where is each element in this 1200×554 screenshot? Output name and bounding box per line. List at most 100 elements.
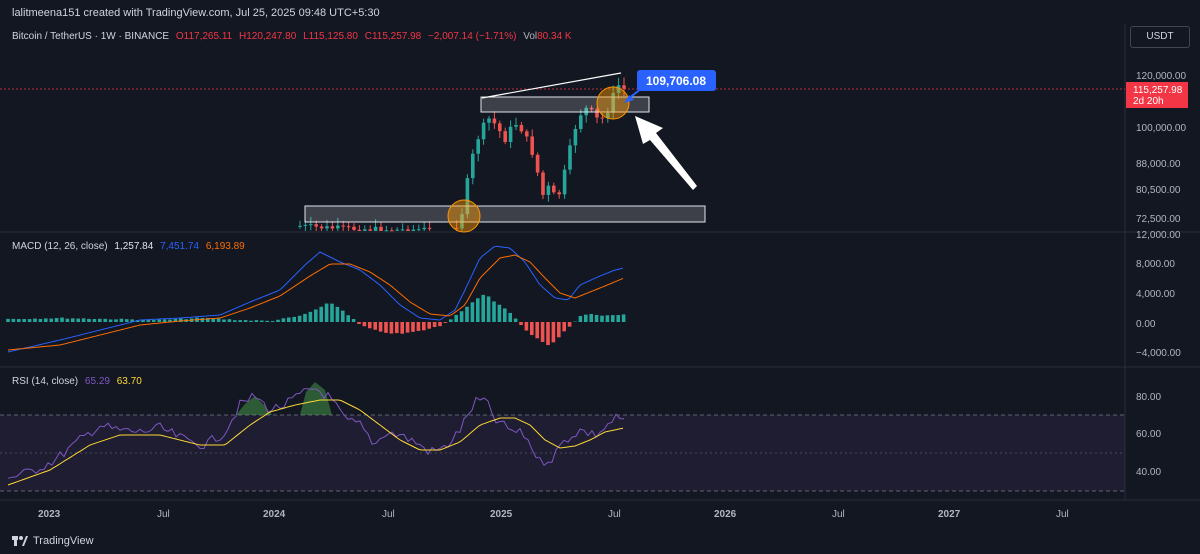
macd-histogram-bar <box>557 322 561 338</box>
price-pane[interactable]: 109,706.08 120,000.00 100,000.00 88,000.… <box>0 70 1188 233</box>
rsi-ma-value: 63.70 <box>116 376 142 387</box>
time-axis-label: Jul <box>1056 509 1069 520</box>
rsi-legend[interactable]: RSI (14, close) 65.29 63.70 <box>12 376 146 387</box>
macd-histogram-bar <box>22 319 26 322</box>
candle-body <box>508 126 513 142</box>
macd-axis-label: 8,000.00 <box>1136 259 1175 270</box>
arrow-annotation[interactable] <box>635 116 697 190</box>
candle-body <box>487 118 491 123</box>
candle-body <box>411 229 416 231</box>
macd-histogram-bar <box>411 322 415 332</box>
macd-histogram-bar <box>152 320 156 322</box>
macd-histogram-bar <box>11 318 16 322</box>
candle-body <box>325 226 329 229</box>
macd-histogram-bar <box>254 320 259 322</box>
highlight-circle[interactable] <box>596 86 630 120</box>
macd-histogram-bar <box>200 317 205 322</box>
time-axis-label: Jul <box>157 509 170 520</box>
candle-body <box>390 230 394 232</box>
macd-histogram-bar <box>535 322 539 339</box>
macd-histogram-bar <box>103 318 107 322</box>
macd-histogram-bar <box>330 303 334 322</box>
macd-histogram-bar <box>362 322 367 327</box>
macd-value: 7,451.74 <box>160 241 200 252</box>
candle-body <box>422 227 426 230</box>
macd-histogram-bar <box>98 318 102 322</box>
macd-histogram-bar <box>270 321 275 322</box>
macd-hist-value: 1,257.84 <box>114 241 154 252</box>
macd-signal-value: 6,193.89 <box>205 241 245 252</box>
macd-histogram-bar <box>44 318 48 322</box>
support-zone[interactable] <box>304 205 706 223</box>
macd-histogram-bar <box>530 322 534 336</box>
macd-histogram-bar <box>384 322 388 333</box>
chart-canvas[interactable]: 109,706.08 120,000.00 100,000.00 88,000.… <box>0 0 1200 554</box>
rsi-overbought-fill <box>236 382 332 415</box>
time-axis-label: Jul <box>382 509 395 520</box>
macd-histogram-bar <box>87 318 91 322</box>
macd-histogram-bar <box>324 303 329 322</box>
candle-body <box>562 169 567 195</box>
macd-histogram-bar <box>443 322 448 323</box>
macd-histogram-bar <box>49 318 53 322</box>
candle-body <box>395 229 399 231</box>
macd-histogram-bar <box>524 322 529 331</box>
candle-body <box>476 139 480 154</box>
candle-body <box>546 185 551 195</box>
candle-body <box>519 124 524 132</box>
highlight-circle[interactable] <box>447 199 481 233</box>
tradingview-logo[interactable]: TradingView <box>12 535 94 547</box>
macd-histogram-bar <box>351 318 356 322</box>
macd-histogram-bar <box>551 322 556 343</box>
time-axis-label: 2025 <box>490 509 513 520</box>
price-axis-label: 72,500.00 <box>1136 214 1181 225</box>
macd-histogram-bar <box>465 306 469 322</box>
macd-signal-line <box>7 254 624 351</box>
macd-histogram-bar <box>567 322 572 327</box>
macd-histogram-bar <box>249 320 253 322</box>
macd-histogram-bar <box>611 315 615 322</box>
candle-body <box>314 224 318 227</box>
macd-histogram-bar <box>459 311 464 322</box>
candle-body <box>417 229 421 231</box>
macd-histogram <box>6 294 626 346</box>
macd-histogram-bar <box>584 314 588 322</box>
macd-histogram-bar <box>76 318 80 322</box>
candle-body <box>573 128 578 146</box>
macd-legend[interactable]: MACD (12, 26, close) 1,257.84 7,451.74 6… <box>12 241 249 252</box>
macd-histogram-bar <box>303 313 307 322</box>
macd-histogram-bar <box>114 319 118 322</box>
time-axis[interactable]: 2023 Jul 2024 Jul 2025 Jul 2026 Jul 2027… <box>38 509 1069 520</box>
macd-histogram-bar <box>216 318 221 322</box>
macd-histogram-bar <box>357 322 361 325</box>
macd-histogram-bar <box>281 318 286 322</box>
time-axis-label: 2026 <box>714 509 737 520</box>
candle-body <box>503 131 507 142</box>
macd-histogram-bar <box>470 302 475 322</box>
candle-body <box>557 192 561 195</box>
macd-histogram-bar <box>222 319 226 322</box>
price-callout-label: 109,706.08 <box>646 74 706 88</box>
candle-body <box>384 230 389 232</box>
macd-histogram-bar <box>600 315 604 322</box>
macd-histogram-bar <box>492 301 496 322</box>
rsi-value: 65.29 <box>84 376 110 387</box>
macd-histogram-bar <box>449 319 453 322</box>
macd-histogram-bar <box>227 319 232 322</box>
candle-body <box>622 85 626 89</box>
candle-body <box>373 226 378 231</box>
candle-body <box>498 123 502 132</box>
candle-body <box>336 225 340 229</box>
macd-histogram-bar <box>260 320 264 322</box>
macd-histogram-bar <box>17 319 21 322</box>
rsi-pane[interactable]: 80.00 60.00 40.00 <box>0 382 1161 492</box>
footer: TradingView <box>0 530 1200 554</box>
macd-histogram-bar <box>335 306 340 322</box>
macd-histogram-bar <box>605 315 610 322</box>
time-axis-label: 2023 <box>38 509 61 520</box>
candle-body <box>568 145 572 170</box>
price-axis-label: 120,000.00 <box>1136 71 1186 82</box>
macd-histogram-bar <box>508 312 512 322</box>
macd-histogram-bar <box>432 322 437 328</box>
tradingview-logo-icon <box>12 536 28 547</box>
